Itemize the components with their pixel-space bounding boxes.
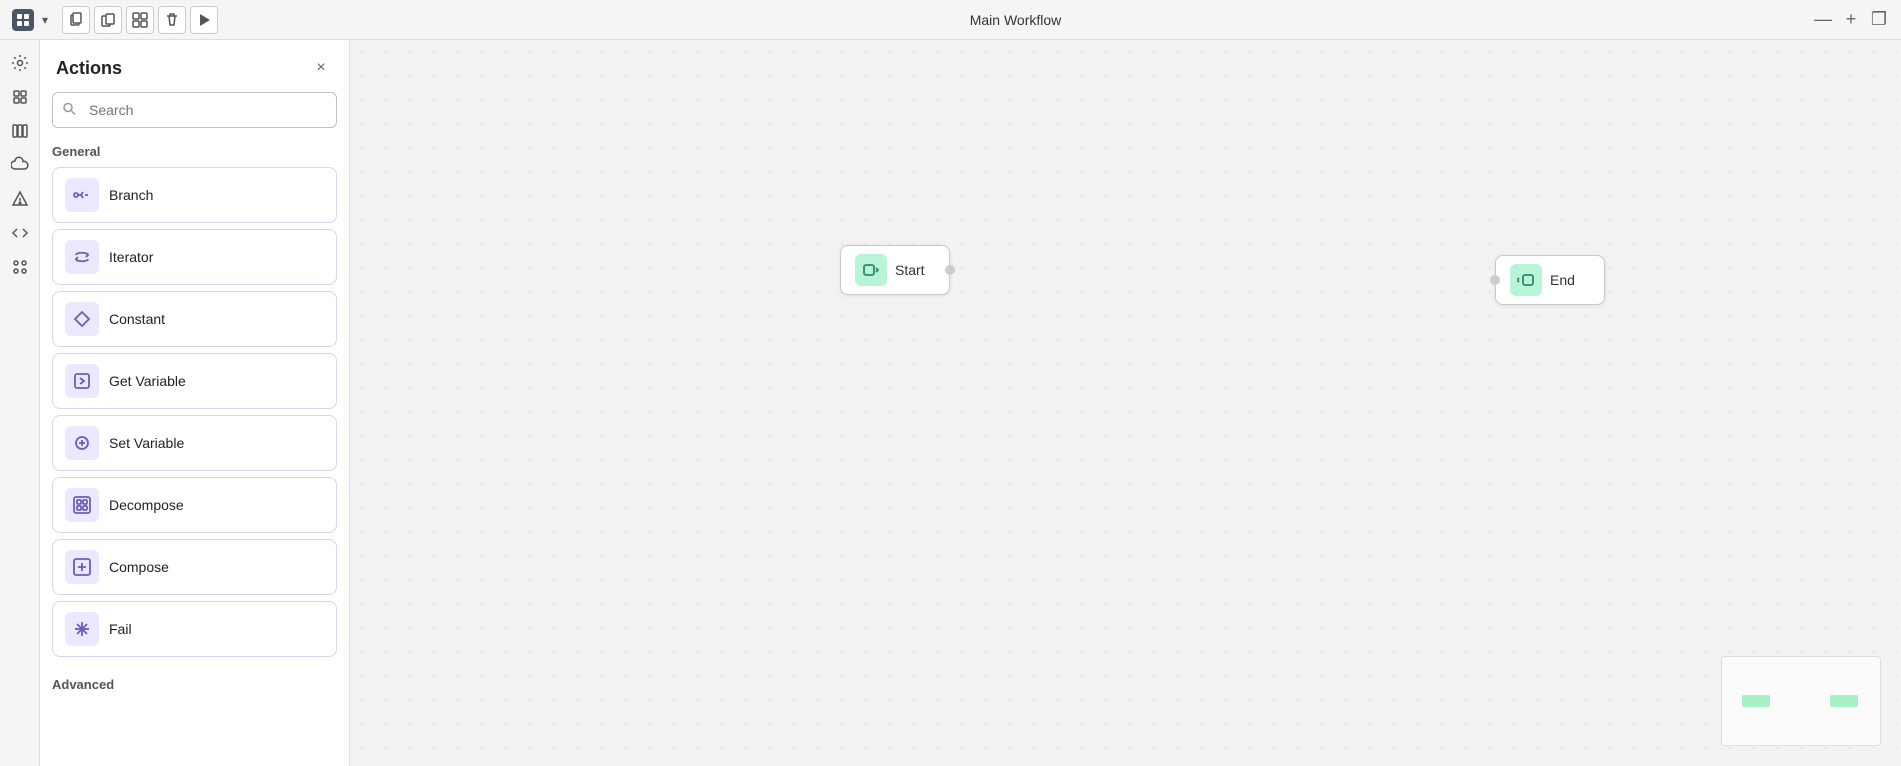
set-variable-label: Set Variable bbox=[109, 435, 184, 451]
search-input[interactable] bbox=[52, 92, 337, 128]
get-variable-label: Get Variable bbox=[109, 373, 186, 389]
get-variable-icon bbox=[65, 364, 99, 398]
start-node-label: Start bbox=[895, 262, 925, 278]
action-item-constant[interactable]: Constant bbox=[52, 291, 337, 347]
minimize-button[interactable]: — bbox=[1813, 9, 1833, 30]
fail-label: Fail bbox=[109, 621, 132, 637]
general-section-label: General bbox=[52, 140, 337, 159]
app-icon bbox=[12, 9, 34, 31]
actions-panel: Actions × General bbox=[40, 40, 350, 766]
toolbar-buttons bbox=[62, 6, 218, 34]
search-box bbox=[52, 92, 337, 128]
sidebar-group-button[interactable] bbox=[5, 252, 35, 282]
action-item-compose[interactable]: Compose bbox=[52, 539, 337, 595]
constant-icon bbox=[65, 302, 99, 336]
decompose-label: Decompose bbox=[109, 497, 184, 513]
action-item-iterator[interactable]: Iterator bbox=[52, 229, 337, 285]
action-item-decompose[interactable]: Decompose bbox=[52, 477, 337, 533]
set-variable-icon bbox=[65, 426, 99, 460]
maximize-button[interactable]: + bbox=[1841, 9, 1861, 30]
decompose-icon bbox=[65, 488, 99, 522]
toolbar-delete-button[interactable] bbox=[158, 6, 186, 34]
compose-label: Compose bbox=[109, 559, 169, 575]
window-buttons: — + ❐ bbox=[1813, 9, 1889, 30]
minimap-start bbox=[1742, 695, 1770, 707]
branch-icon bbox=[65, 178, 99, 212]
sidebar-library-button[interactable] bbox=[5, 116, 35, 146]
workflow-title: Main Workflow bbox=[226, 12, 1805, 28]
toolbar-play-button[interactable] bbox=[190, 6, 218, 34]
sidebar-alert-button[interactable] bbox=[5, 184, 35, 214]
end-node-connector-left[interactable] bbox=[1490, 275, 1500, 285]
minimap bbox=[1721, 656, 1881, 746]
sidebar-layers-button[interactable] bbox=[5, 82, 35, 112]
branch-label: Branch bbox=[109, 187, 153, 203]
titlebar: ▾ bbox=[0, 0, 1901, 40]
actions-scroll: General Branch bbox=[40, 140, 349, 766]
sidebar-code-button[interactable] bbox=[5, 218, 35, 248]
actions-title: Actions bbox=[56, 58, 122, 79]
end-node-label: End bbox=[1550, 272, 1575, 288]
fail-icon bbox=[65, 612, 99, 646]
app-dropdown[interactable]: ▾ bbox=[40, 11, 50, 29]
compose-icon bbox=[65, 550, 99, 584]
minimap-end bbox=[1830, 695, 1858, 707]
start-node-icon bbox=[855, 254, 887, 286]
titlebar-left: ▾ bbox=[12, 9, 50, 31]
action-item-get-variable[interactable]: Get Variable bbox=[52, 353, 337, 409]
canvas-area[interactable]: Start End bbox=[350, 40, 1901, 766]
toolbar-copy2-button[interactable] bbox=[94, 6, 122, 34]
sidebar-settings-button[interactable] bbox=[5, 48, 35, 78]
action-item-branch[interactable]: Branch bbox=[52, 167, 337, 223]
advanced-section-label: Advanced bbox=[52, 673, 337, 692]
toolbar-copy3-button[interactable] bbox=[126, 6, 154, 34]
constant-label: Constant bbox=[109, 311, 165, 327]
iterator-icon bbox=[65, 240, 99, 274]
iterator-label: Iterator bbox=[109, 249, 153, 265]
end-node-icon bbox=[1510, 264, 1542, 296]
end-node[interactable]: End bbox=[1495, 255, 1605, 305]
action-item-fail[interactable]: Fail bbox=[52, 601, 337, 657]
sidebar-cloud-button[interactable] bbox=[5, 150, 35, 180]
main-layout: Actions × General bbox=[0, 40, 1901, 766]
actions-close-button[interactable]: × bbox=[309, 56, 333, 80]
icon-sidebar bbox=[0, 40, 40, 766]
action-item-set-variable[interactable]: Set Variable bbox=[52, 415, 337, 471]
start-node[interactable]: Start bbox=[840, 245, 950, 295]
restore-button[interactable]: ❐ bbox=[1869, 9, 1889, 30]
toolbar-copy1-button[interactable] bbox=[62, 6, 90, 34]
actions-header: Actions × bbox=[40, 40, 349, 92]
start-node-connector-right[interactable] bbox=[945, 265, 955, 275]
